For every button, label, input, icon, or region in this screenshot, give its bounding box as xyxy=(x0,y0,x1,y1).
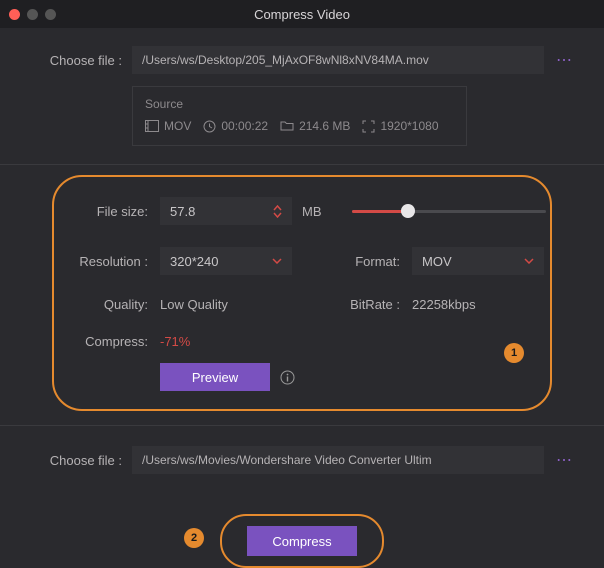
browse-input-button[interactable]: ⋯ xyxy=(556,50,574,70)
annotation-badge-1: 1 xyxy=(504,343,524,363)
slider-track xyxy=(352,210,547,213)
preview-row: Preview xyxy=(58,363,546,391)
source-info-box: Source MOV 00:00:22 xyxy=(132,86,467,146)
file-size-value: 57.8 xyxy=(170,204,195,219)
slider-fill xyxy=(352,210,408,213)
file-size-stepper[interactable] xyxy=(273,205,282,218)
source-format-text: MOV xyxy=(164,119,191,133)
bitrate-label: BitRate : xyxy=(340,297,400,312)
expand-icon xyxy=(362,120,375,133)
source-meta: MOV 00:00:22 214.6 MB xyxy=(145,119,454,133)
slider-thumb[interactable] xyxy=(401,204,415,218)
source-size: 214.6 MB xyxy=(280,119,350,133)
settings-section: File size: 57.8 MB xyxy=(30,165,574,421)
source-size-text: 214.6 MB xyxy=(299,119,350,133)
file-size-slider[interactable] xyxy=(352,201,547,221)
compress-video-window: Compress Video Choose file : /Users/ws/D… xyxy=(0,0,604,568)
window-title: Compress Video xyxy=(0,7,604,22)
file-size-label: File size: xyxy=(58,204,148,219)
content-area: Choose file : /Users/ws/Desktop/205_MjAx… xyxy=(0,28,604,556)
titlebar: Compress Video xyxy=(0,0,604,28)
resolution-select[interactable]: 320*240 xyxy=(160,247,292,275)
film-icon xyxy=(145,120,159,132)
output-file-path-text: /Users/ws/Movies/Wondershare Video Conve… xyxy=(142,453,432,467)
preview-button[interactable]: Preview xyxy=(160,363,270,391)
bitrate-value: 22258kbps xyxy=(412,297,476,312)
source-heading: Source xyxy=(145,97,454,111)
compress-button[interactable]: Compress xyxy=(247,526,357,556)
resolution-format-row: Resolution : 320*240 Format: MOV xyxy=(58,247,546,275)
annotation-badge-2: 2 xyxy=(184,528,204,548)
format-select[interactable]: MOV xyxy=(412,247,544,275)
chevron-up-icon xyxy=(273,205,282,211)
chevron-down-icon xyxy=(524,258,534,264)
input-file-row: Choose file : /Users/ws/Desktop/205_MjAx… xyxy=(30,46,574,74)
output-file-path[interactable]: /Users/ws/Movies/Wondershare Video Conve… xyxy=(132,446,544,474)
resolution-value: 320*240 xyxy=(170,254,218,269)
compress-pct-value: -71% xyxy=(160,334,190,349)
quality-value: Low Quality xyxy=(160,297,292,312)
quality-bitrate-row: Quality: Low Quality BitRate : 22258kbps xyxy=(58,297,546,312)
choose-file-label: Choose file : xyxy=(30,53,122,68)
source-format: MOV xyxy=(145,119,191,133)
clock-icon xyxy=(203,120,216,133)
input-file-path-text: /Users/ws/Desktop/205_MjAxOF8wNl8xNV84MA… xyxy=(142,53,429,67)
source-duration: 00:00:22 xyxy=(203,119,268,133)
compress-pct-row: Compress: -71% xyxy=(58,334,546,349)
compress-pct-label: Compress: xyxy=(58,334,148,349)
info-icon[interactable] xyxy=(280,370,295,385)
format-label: Format: xyxy=(340,254,400,269)
choose-output-label: Choose file : xyxy=(30,453,122,468)
chevron-down-icon xyxy=(272,258,282,264)
quality-label: Quality: xyxy=(58,297,148,312)
chevron-down-icon xyxy=(273,212,282,218)
format-value: MOV xyxy=(422,254,452,269)
bottom-area: 2 Compress xyxy=(30,486,574,556)
file-size-unit: MB xyxy=(302,204,322,219)
resolution-label: Resolution : xyxy=(58,254,148,269)
folder-icon xyxy=(280,120,294,132)
browse-output-button[interactable]: ⋯ xyxy=(556,450,574,470)
input-file-path[interactable]: /Users/ws/Desktop/205_MjAxOF8wNl8xNV84MA… xyxy=(132,46,544,74)
file-size-row: File size: 57.8 MB xyxy=(58,197,546,225)
source-resolution-text: 1920*1080 xyxy=(380,119,438,133)
source-duration-text: 00:00:22 xyxy=(221,119,268,133)
output-file-row: Choose file : /Users/ws/Movies/Wondersha… xyxy=(30,446,574,474)
source-resolution: 1920*1080 xyxy=(362,119,438,133)
file-size-input[interactable]: 57.8 xyxy=(160,197,292,225)
